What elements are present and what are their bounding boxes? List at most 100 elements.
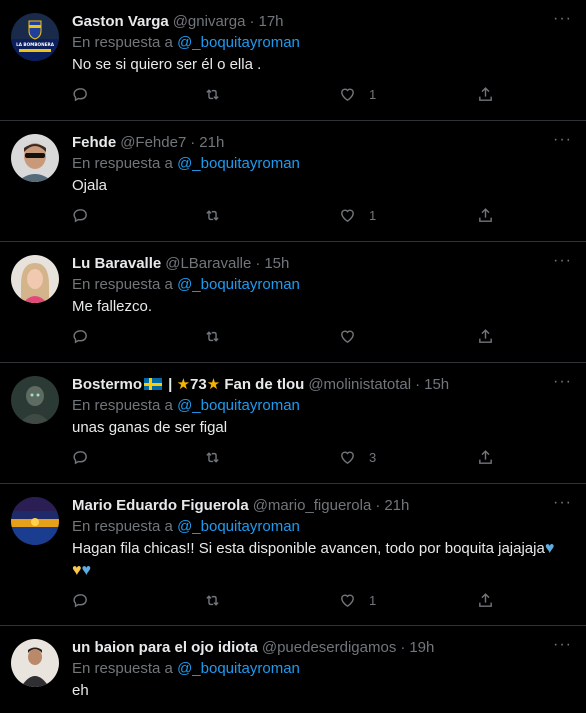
more-icon[interactable]: ··· (553, 11, 572, 27)
timestamp[interactable]: 21h (199, 133, 224, 153)
action-bar: 1 (72, 592, 570, 614)
handle[interactable]: @LBaravalle (165, 254, 251, 274)
share-button[interactable] (477, 328, 494, 345)
tweet[interactable]: ··· Mario Eduardo Figuerola @mario_figue… (0, 484, 586, 626)
tweet[interactable]: ··· Fehde @Fehde7 · 21h En respuesta a @… (0, 121, 586, 242)
avatar-logo-text: LA BOMBONERA (16, 42, 55, 47)
mention-link[interactable]: @_boquitayroman (177, 276, 300, 293)
retweet-icon (206, 452, 219, 463)
action-bar (72, 328, 570, 350)
reply-icon (73, 594, 87, 608)
like-button[interactable]: 1 (339, 592, 376, 609)
display-name[interactable]: un baion para el ojo idiota (72, 638, 258, 658)
retweet-icon (206, 89, 219, 100)
like-button[interactable] (339, 328, 369, 345)
avatar[interactable] (11, 497, 59, 545)
mention-link[interactable]: @_boquitayroman (177, 34, 300, 51)
timestamp[interactable]: 21h (384, 496, 409, 516)
avatar[interactable] (11, 134, 59, 182)
share-icon (479, 208, 492, 222)
more-icon[interactable]: ··· (553, 253, 572, 269)
reply-button[interactable] (72, 328, 89, 345)
reply-button[interactable] (72, 592, 89, 609)
star-icon: ★ (176, 376, 191, 393)
share-icon (479, 329, 492, 343)
tweet[interactable]: ··· Lu Baravalle @LBaravalle · 15h En re… (0, 242, 586, 363)
star-icon: ★ (206, 376, 221, 393)
handle[interactable]: @molinistatotal (308, 375, 411, 395)
display-name-suffix: Fan de tlou (220, 376, 305, 393)
tweet-text: unas ganas de ser figal (72, 419, 228, 436)
retweet-button[interactable] (204, 328, 221, 345)
tweet[interactable]: ··· Bostermo | ★73★ Fan de tlou @molinis… (0, 363, 586, 484)
display-name[interactable]: Fehde (72, 133, 116, 153)
like-button[interactable]: 3 (339, 449, 376, 466)
share-button[interactable] (477, 207, 494, 224)
timestamp[interactable]: 15h (264, 254, 289, 274)
sweden-flag-icon (144, 378, 163, 390)
display-name-number: 73 (190, 376, 207, 393)
like-icon (341, 88, 354, 102)
like-icon (341, 451, 354, 465)
action-bar: 1 (72, 86, 570, 108)
mention-link[interactable]: @_boquitayroman (177, 397, 300, 414)
mention-link[interactable]: @_boquitayroman (177, 518, 300, 535)
timestamp[interactable]: 19h (409, 638, 434, 658)
handle[interactable]: @puedeserdigamos (262, 638, 396, 658)
mention-link[interactable]: @_boquitayroman (177, 660, 300, 677)
retweet-button[interactable] (204, 207, 221, 224)
tweet-text: Hagan fila chicas!! Si esta disponible a… (72, 538, 570, 582)
display-name-separator: | (164, 376, 177, 393)
more-icon[interactable]: ··· (553, 637, 572, 653)
like-icon (341, 209, 354, 223)
tweet-text: Ojala (72, 177, 108, 194)
reply-button[interactable] (72, 86, 89, 103)
tweet-text: No se si quiero ser él o ella . (72, 56, 262, 73)
share-button[interactable] (477, 449, 494, 466)
handle[interactable]: @Fehde7 (120, 133, 186, 153)
like-button[interactable]: 1 (339, 86, 376, 103)
retweet-icon (206, 331, 219, 342)
more-icon[interactable]: ··· (553, 495, 572, 511)
avatar[interactable] (11, 376, 59, 424)
action-bar: 1 (72, 207, 570, 229)
reply-context: En respuesta a @_boquitayroman (72, 659, 570, 679)
reply-icon (73, 209, 87, 223)
tweet-text: eh (72, 682, 89, 699)
reply-button[interactable] (72, 207, 89, 224)
display-name[interactable]: Mario Eduardo Figuerola (72, 496, 249, 516)
timestamp[interactable]: 15h (424, 375, 449, 395)
tweet[interactable]: LA BOMBONERA ··· Gaston Varga @gnivarga … (0, 0, 586, 121)
display-name[interactable]: Bostermo | ★73★ Fan de tlou (72, 375, 304, 395)
tweet[interactable]: ··· un baion para el ojo idiota @puedese… (0, 626, 586, 713)
retweet-button[interactable] (204, 449, 221, 466)
timestamp[interactable]: 17h (258, 12, 283, 32)
tweet-text: Me fallezco. (72, 298, 153, 315)
more-icon[interactable]: ··· (553, 374, 572, 390)
action-bar: 3 (72, 449, 570, 471)
avatar[interactable]: LA BOMBONERA (11, 13, 59, 61)
avatar[interactable] (11, 639, 59, 687)
display-name[interactable]: Lu Baravalle (72, 254, 161, 274)
retweet-button[interactable] (204, 86, 221, 103)
handle[interactable]: @gnivarga (173, 12, 246, 32)
like-icon (341, 594, 354, 608)
yellow-heart-icon: ♥ (72, 562, 82, 579)
more-icon[interactable]: ··· (553, 132, 572, 148)
display-name[interactable]: Gaston Varga (72, 12, 169, 32)
like-count: 1 (369, 593, 377, 608)
separator-dot: · (400, 639, 406, 656)
mention-link[interactable]: @_boquitayroman (177, 155, 300, 172)
reply-prefix: En respuesta a (72, 660, 173, 677)
share-button[interactable] (477, 592, 494, 609)
separator-dot: · (415, 376, 421, 393)
handle[interactable]: @mario_figuerola (253, 496, 372, 516)
avatar[interactable] (11, 255, 59, 303)
share-button[interactable] (477, 86, 494, 103)
reply-context: En respuesta a @_boquitayroman (72, 517, 570, 537)
display-name-prefix: Bostermo (72, 376, 143, 393)
retweet-button[interactable] (204, 592, 221, 609)
reply-icon (73, 330, 87, 344)
like-button[interactable]: 1 (339, 207, 376, 224)
reply-button[interactable] (72, 449, 89, 466)
